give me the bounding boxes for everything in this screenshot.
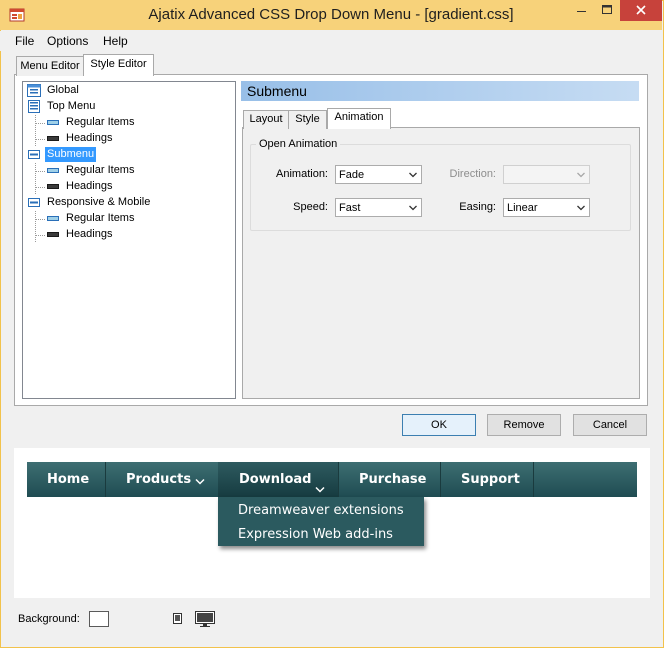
easing-select[interactable]: Linear (503, 198, 590, 217)
preview-nav-purchase[interactable]: Purchase (359, 462, 426, 497)
heading-icon (47, 136, 59, 141)
tree-connector (35, 235, 45, 236)
direction-label: Direction: (449, 168, 496, 180)
minimize-icon (577, 11, 586, 12)
tree-connector (35, 139, 45, 140)
nav-separator (533, 462, 534, 497)
item-icon (47, 120, 59, 125)
tree-connector (35, 211, 36, 242)
speed-label: Speed: (293, 201, 328, 213)
tab-layout[interactable]: Layout (243, 110, 289, 129)
chevron-down-icon (409, 205, 417, 211)
preview-nav-download-cell[interactable]: Download (218, 462, 338, 497)
ok-button[interactable]: OK (402, 414, 476, 436)
tab-animation[interactable]: Animation (327, 108, 391, 129)
preview-top-menu: Home Products Download Purchase Support (27, 462, 637, 497)
remove-button[interactable]: Remove (487, 414, 561, 436)
item-icon (47, 168, 59, 173)
nav-separator (440, 462, 441, 497)
section-header: Submenu (241, 81, 639, 101)
background-color-swatch[interactable] (89, 611, 109, 627)
close-icon (636, 5, 646, 15)
chevron-down-icon (409, 172, 417, 178)
minimize-button[interactable] (568, 0, 594, 21)
tab-menu-editor[interactable]: Menu Editor (16, 56, 84, 76)
tree-connector (35, 187, 45, 188)
chevron-down-icon (577, 205, 585, 211)
title-bar[interactable]: Ajatix Advanced CSS Drop Down Menu - [gr… (0, 0, 662, 30)
preview-nav-products[interactable]: Products (126, 462, 191, 497)
menu-icon (28, 100, 40, 113)
menu-file[interactable]: File (15, 34, 34, 48)
direction-select[interactable] (503, 165, 590, 184)
mobile-device-icon[interactable] (173, 613, 182, 624)
menu-bar: File Options Help (0, 31, 662, 51)
preview-dropdown: Dreamweaver extensions Expression Web ad… (218, 497, 424, 546)
maximize-button[interactable] (594, 0, 620, 21)
easing-label: Easing: (459, 201, 496, 213)
speed-select-value: Fast (339, 202, 361, 214)
window-title: Ajatix Advanced CSS Drop Down Menu - [gr… (148, 6, 514, 23)
submenu-icon (28, 150, 40, 159)
tree-connector (35, 171, 45, 172)
tree-connector (35, 115, 36, 146)
menu-options[interactable]: Options (47, 34, 88, 48)
animation-select-value: Fade (339, 169, 365, 181)
chevron-down-icon (195, 478, 205, 485)
close-button[interactable] (620, 0, 662, 21)
preview-nav-support[interactable]: Support (461, 462, 520, 497)
tree-connector (35, 123, 45, 124)
background-label: Background: (18, 613, 80, 625)
preview-dropdown-item[interactable]: Expression Web add-ins (238, 527, 393, 542)
preview-dropdown-item[interactable]: Dreamweaver extensions (238, 503, 404, 518)
preview-nav-download: Download (239, 472, 312, 487)
animation-label: Animation: (276, 168, 328, 180)
tree-connector (35, 163, 36, 194)
tab-style-editor[interactable]: Style Editor (83, 54, 154, 76)
open-animation-group (250, 144, 631, 231)
speed-select[interactable]: Fast (335, 198, 422, 217)
chevron-down-icon (577, 172, 585, 178)
maximize-icon (602, 5, 612, 14)
animation-select[interactable]: Fade (335, 165, 422, 184)
section-title: Submenu (247, 83, 307, 99)
desktop-monitor-icon[interactable] (195, 611, 215, 627)
responsive-icon (28, 198, 40, 207)
item-icon (47, 216, 59, 221)
heading-icon (47, 184, 59, 189)
menu-help[interactable]: Help (103, 34, 128, 48)
preview-nav-home[interactable]: Home (47, 462, 89, 497)
cancel-button[interactable]: Cancel (573, 414, 647, 436)
heading-icon (47, 232, 59, 237)
chevron-down-icon (315, 486, 325, 493)
easing-select-value: Linear (507, 202, 538, 214)
open-animation-legend: Open Animation (256, 138, 341, 150)
global-icon (27, 84, 41, 97)
nav-separator (105, 462, 106, 497)
nav-separator (338, 462, 339, 497)
tab-style[interactable]: Style (288, 110, 327, 129)
tree-connector (35, 219, 45, 220)
